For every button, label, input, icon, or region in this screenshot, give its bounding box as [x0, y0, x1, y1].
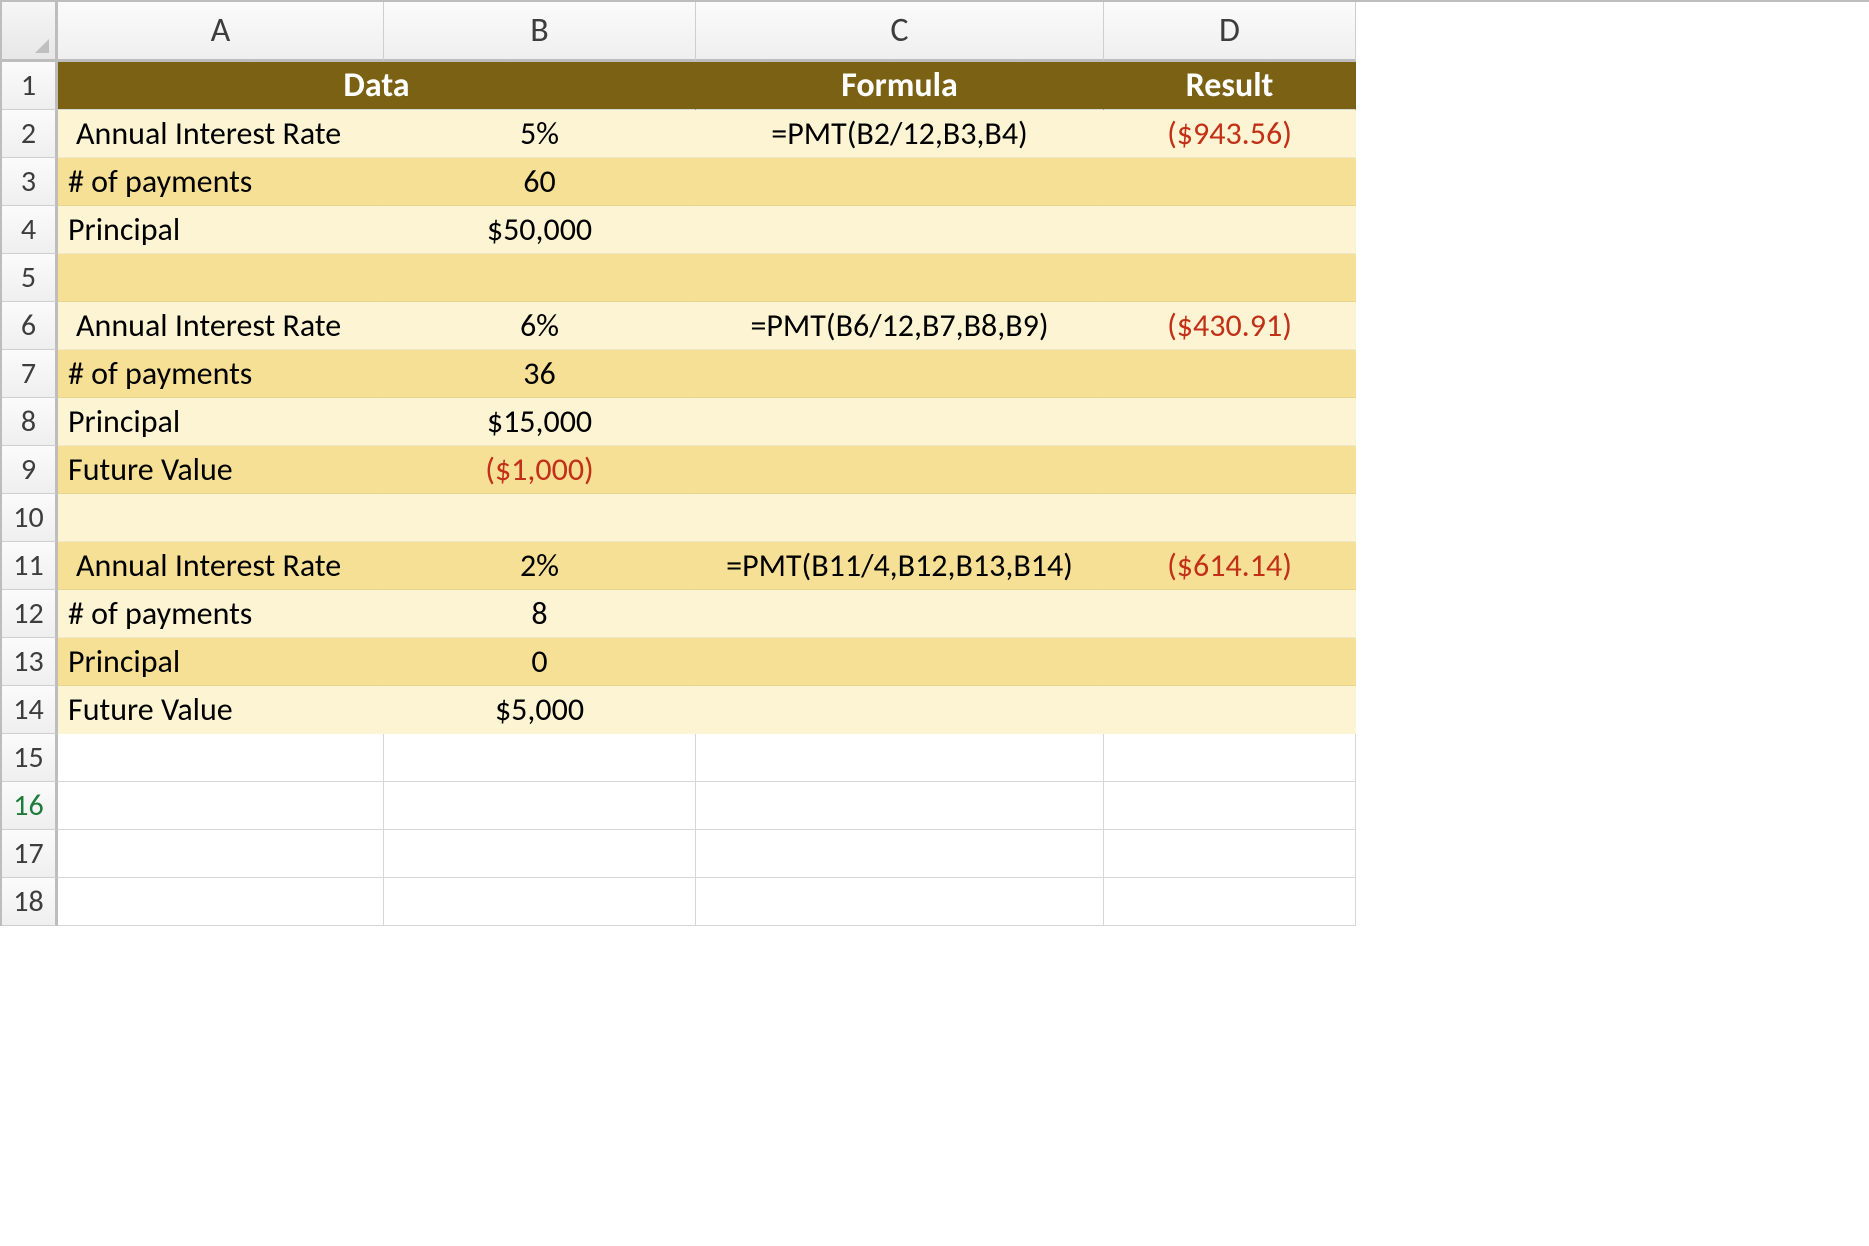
cell-A10[interactable] [58, 494, 384, 542]
row-header-17[interactable]: 17 [2, 830, 58, 878]
col-header-A[interactable]: A [58, 2, 384, 62]
cell-A6[interactable]: Annual Interest Rate [58, 302, 384, 350]
cell-B16[interactable] [384, 782, 696, 830]
col-header-B[interactable]: B [384, 2, 696, 62]
cell-B8[interactable]: $15,000 [384, 398, 696, 446]
header-data[interactable]: Data [58, 62, 696, 110]
cell-B3[interactable]: 60 [384, 158, 696, 206]
cell-C8[interactable] [696, 398, 1104, 446]
cell-A16[interactable] [58, 782, 384, 830]
row-header-8[interactable]: 8 [2, 398, 58, 446]
cell-D9[interactable] [1104, 446, 1356, 494]
cell-C14[interactable] [696, 686, 1104, 734]
cell-D13[interactable] [1104, 638, 1356, 686]
cell-D8[interactable] [1104, 398, 1356, 446]
cell-A17[interactable] [58, 830, 384, 878]
cell-B13[interactable]: 0 [384, 638, 696, 686]
cell-B17[interactable] [384, 830, 696, 878]
cell-B5[interactable] [384, 254, 696, 302]
cell-D17[interactable] [1104, 830, 1356, 878]
row-header-5[interactable]: 5 [2, 254, 58, 302]
row-header-14[interactable]: 14 [2, 686, 58, 734]
cell-D4[interactable] [1104, 206, 1356, 254]
cell-A2[interactable]: Annual Interest Rate [58, 110, 384, 158]
cell-D14[interactable] [1104, 686, 1356, 734]
row-header-15[interactable]: 15 [2, 734, 58, 782]
row-header-7[interactable]: 7 [2, 350, 58, 398]
cell-D11[interactable]: ($614.14) [1104, 542, 1356, 590]
cell-C16[interactable] [696, 782, 1104, 830]
row-header-6[interactable]: 6 [2, 302, 58, 350]
cell-C2[interactable]: =PMT(B2/12,B3,B4) [696, 110, 1104, 158]
header-result[interactable]: Result [1104, 62, 1356, 110]
cell-C11[interactable]: =PMT(B11/4,B12,B13,B14) [696, 542, 1104, 590]
cell-D16[interactable] [1104, 782, 1356, 830]
cell-C3[interactable] [696, 158, 1104, 206]
cell-D15[interactable] [1104, 734, 1356, 782]
cell-A11[interactable]: Annual Interest Rate [58, 542, 384, 590]
cell-A13[interactable]: Principal [58, 638, 384, 686]
cell-A9[interactable]: Future Value [58, 446, 384, 494]
cell-A12[interactable]: # of payments [58, 590, 384, 638]
cell-B14[interactable]: $5,000 [384, 686, 696, 734]
cell-A3[interactable]: # of payments [58, 158, 384, 206]
cell-A15[interactable] [58, 734, 384, 782]
cell-C13[interactable] [696, 638, 1104, 686]
cell-B12[interactable]: 8 [384, 590, 696, 638]
cell-C4[interactable] [696, 206, 1104, 254]
cell-C5[interactable] [696, 254, 1104, 302]
cell-B9[interactable]: ($1,000) [384, 446, 696, 494]
cell-C9[interactable] [696, 446, 1104, 494]
row-header-13[interactable]: 13 [2, 638, 58, 686]
cell-A18[interactable] [58, 878, 384, 926]
cell-C7[interactable] [696, 350, 1104, 398]
cell-A14[interactable]: Future Value [58, 686, 384, 734]
select-all-corner[interactable] [2, 2, 58, 62]
cell-C10[interactable] [696, 494, 1104, 542]
col-header-D[interactable]: D [1104, 2, 1356, 62]
cell-C18[interactable] [696, 878, 1104, 926]
cell-B7[interactable]: 36 [384, 350, 696, 398]
cell-C15[interactable] [696, 734, 1104, 782]
cell-B10[interactable] [384, 494, 696, 542]
row-header-3[interactable]: 3 [2, 158, 58, 206]
row-header-12[interactable]: 12 [2, 590, 58, 638]
header-formula[interactable]: Formula [696, 62, 1104, 110]
spreadsheet-grid[interactable]: A B C D 1 Data Formula Result 2 Annual I… [0, 0, 1869, 926]
cell-B2[interactable]: 5% [384, 110, 696, 158]
row-header-4[interactable]: 4 [2, 206, 58, 254]
row-header-9[interactable]: 9 [2, 446, 58, 494]
row-header-11[interactable]: 11 [2, 542, 58, 590]
cell-D10[interactable] [1104, 494, 1356, 542]
cell-B18[interactable] [384, 878, 696, 926]
cell-B6[interactable]: 6% [384, 302, 696, 350]
cell-D7[interactable] [1104, 350, 1356, 398]
cell-A8[interactable]: Principal [58, 398, 384, 446]
row-header-16[interactable]: 16 [2, 782, 58, 830]
cell-D12[interactable] [1104, 590, 1356, 638]
cell-C17[interactable] [696, 830, 1104, 878]
cell-D18[interactable] [1104, 878, 1356, 926]
col-header-C[interactable]: C [696, 2, 1104, 62]
cell-A5[interactable] [58, 254, 384, 302]
cell-D5[interactable] [1104, 254, 1356, 302]
cell-D6[interactable]: ($430.91) [1104, 302, 1356, 350]
cell-D2[interactable]: ($943.56) [1104, 110, 1356, 158]
cell-B11[interactable]: 2% [384, 542, 696, 590]
cell-B15[interactable] [384, 734, 696, 782]
row-header-1[interactable]: 1 [2, 62, 58, 110]
cell-A4[interactable]: Principal [58, 206, 384, 254]
row-header-2[interactable]: 2 [2, 110, 58, 158]
cell-D3[interactable] [1104, 158, 1356, 206]
row-header-18[interactable]: 18 [2, 878, 58, 926]
cell-A7[interactable]: # of payments [58, 350, 384, 398]
row-header-10[interactable]: 10 [2, 494, 58, 542]
cell-C12[interactable] [696, 590, 1104, 638]
cell-C6[interactable]: =PMT(B6/12,B7,B8,B9) [696, 302, 1104, 350]
cell-B4[interactable]: $50,000 [384, 206, 696, 254]
